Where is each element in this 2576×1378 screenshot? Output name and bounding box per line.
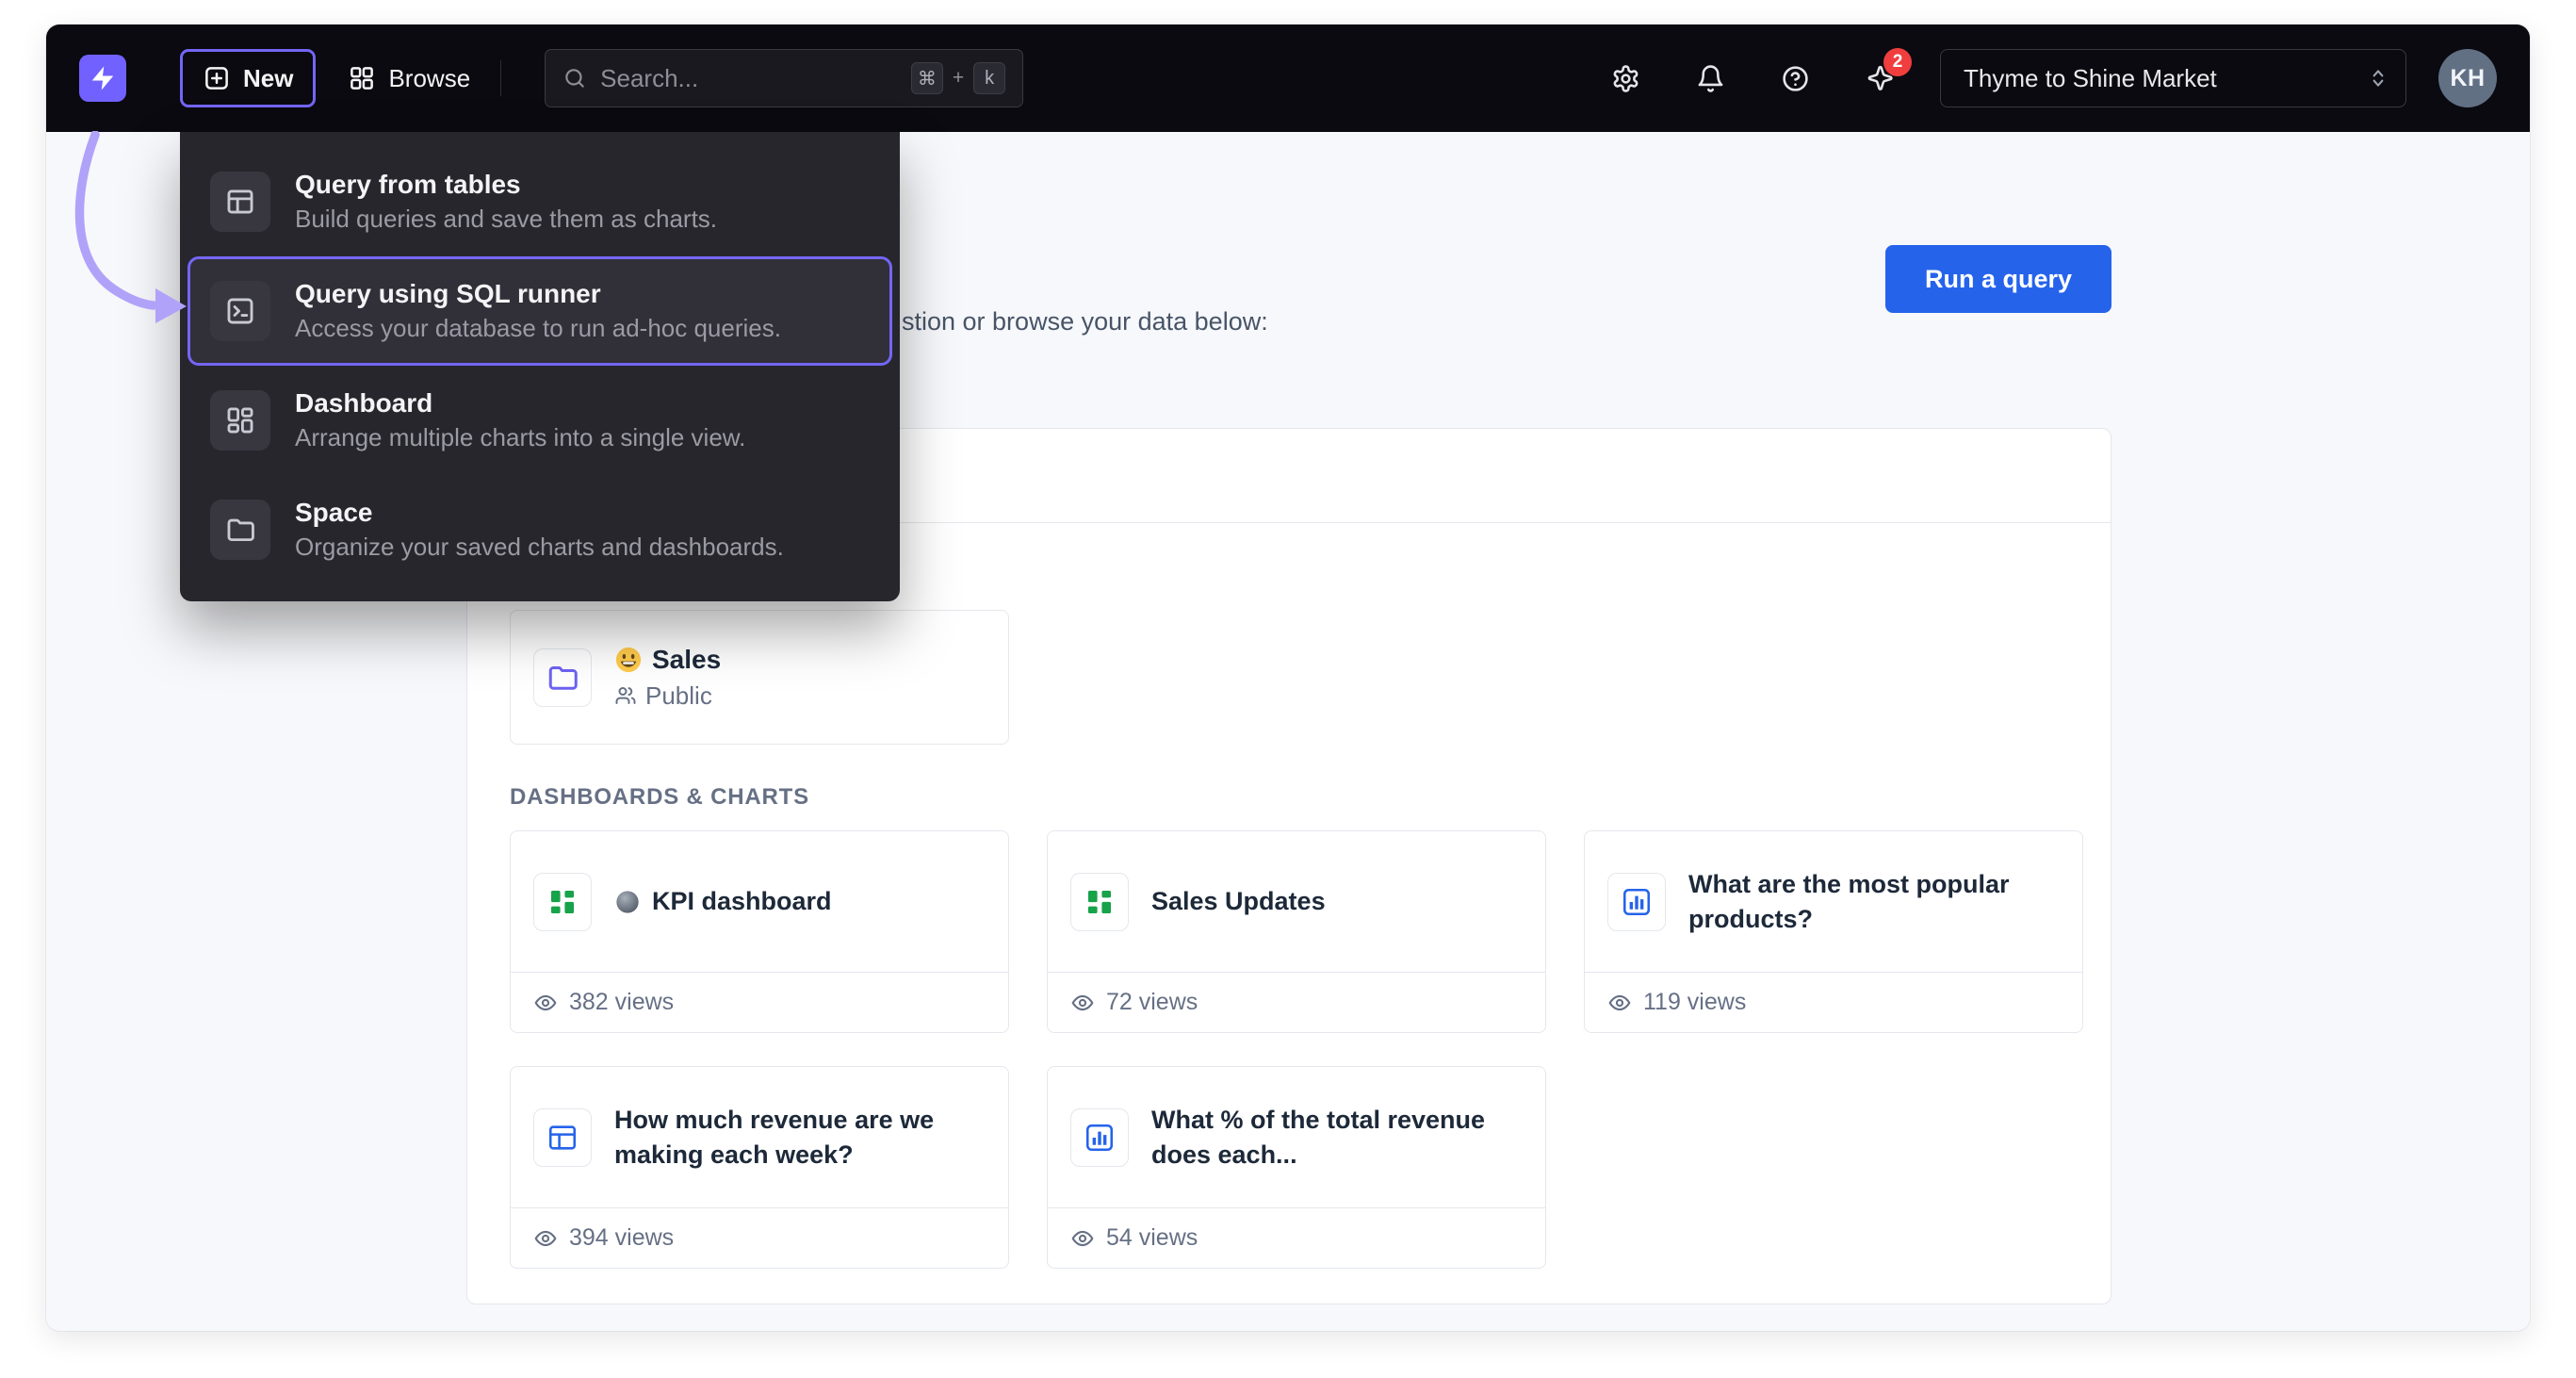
eye-icon bbox=[1070, 1226, 1095, 1251]
new-dropdown-menu: Query from tables Build queries and save… bbox=[180, 132, 900, 601]
avatar-initials: KH bbox=[2450, 65, 2485, 92]
space-card-sales[interactable]: Sales Public bbox=[510, 610, 1009, 745]
run-query-button[interactable]: Run a query bbox=[1885, 245, 2111, 313]
search-icon bbox=[562, 66, 587, 90]
menu-item-query-sql-runner[interactable]: Query using SQL runner Access your datab… bbox=[187, 256, 892, 366]
card-revenue-each-week[interactable]: How much revenue are we making each week… bbox=[510, 1066, 1009, 1269]
card-views: 394 views bbox=[569, 1224, 674, 1252]
workspace-selector[interactable]: Thyme to Shine Market bbox=[1940, 49, 2406, 107]
card-percent-total-revenue[interactable]: What % of the total revenue does each...… bbox=[1047, 1066, 1546, 1269]
bell-icon bbox=[1696, 64, 1725, 93]
global-search[interactable]: ⌘ + k bbox=[545, 49, 1023, 107]
help-circle-icon bbox=[1781, 64, 1810, 93]
menu-item-title: Query using SQL runner bbox=[295, 279, 781, 309]
space-access-label: Public bbox=[645, 681, 712, 711]
grinning-face-emoji bbox=[614, 646, 643, 674]
topbar-right-cluster: 2 Thyme to Shine Market KH bbox=[1563, 49, 2497, 107]
table-blue-icon bbox=[546, 1122, 579, 1154]
card-sales-updates[interactable]: Sales Updates 72 views bbox=[1047, 830, 1546, 1033]
bar-chart-blue-icon bbox=[1084, 1122, 1116, 1154]
whats-new-button[interactable]: 2 bbox=[1857, 56, 1902, 101]
menu-item-subtitle: Organize your saved charts and dashboard… bbox=[295, 533, 784, 562]
dashboard-icon bbox=[224, 404, 256, 436]
browse-button-label: Browse bbox=[388, 64, 470, 93]
menu-item-dashboard[interactable]: Dashboard Arrange multiple charts into a… bbox=[187, 366, 892, 475]
sql-terminal-icon bbox=[224, 295, 256, 327]
intro-text-fragment: stion or browse your data below: bbox=[902, 307, 1268, 336]
card-most-popular-products[interactable]: What are the most popular products? 119 … bbox=[1584, 830, 2083, 1033]
lightning-bolt-icon bbox=[89, 64, 117, 92]
section-label-dashboards-charts: DASHBOARDS & CHARTS bbox=[510, 784, 809, 811]
app-logo[interactable] bbox=[79, 55, 126, 102]
dashboard-green-icon bbox=[546, 886, 579, 918]
card-views: 119 views bbox=[1643, 989, 1746, 1016]
menu-item-subtitle: Access your database to run ad-hoc queri… bbox=[295, 315, 781, 343]
new-query-icon bbox=[203, 64, 231, 92]
topbar-divider bbox=[500, 60, 501, 96]
chevron-up-down-icon bbox=[2366, 66, 2390, 90]
menu-item-title: Dashboard bbox=[295, 388, 745, 418]
menu-item-space[interactable]: Space Organize your saved charts and das… bbox=[187, 475, 892, 584]
users-icon bbox=[614, 684, 637, 707]
browse-button[interactable]: Browse bbox=[329, 49, 489, 107]
notification-count-badge: 2 bbox=[1883, 48, 1912, 76]
menu-item-title: Query from tables bbox=[295, 170, 717, 200]
search-input[interactable] bbox=[600, 64, 898, 93]
bar-chart-blue-icon bbox=[1621, 886, 1653, 918]
eye-icon bbox=[1070, 991, 1095, 1015]
table-icon bbox=[224, 186, 256, 218]
eye-icon bbox=[533, 991, 558, 1015]
menu-item-title: Space bbox=[295, 498, 784, 528]
card-kpi-dashboard[interactable]: KPI dashboard 382 views bbox=[510, 830, 1009, 1033]
new-button[interactable]: New bbox=[180, 49, 316, 107]
card-title: What % of the total revenue does each... bbox=[1151, 1103, 1523, 1172]
folder-icon bbox=[546, 661, 579, 695]
folder-icon bbox=[224, 514, 256, 546]
top-navigation-bar: New Browse ⌘ + k bbox=[46, 25, 2530, 132]
card-title: What are the most popular products? bbox=[1688, 867, 2060, 936]
card-views: 382 views bbox=[569, 989, 674, 1016]
gear-icon bbox=[1611, 64, 1640, 93]
dark-sphere-emoji bbox=[614, 889, 641, 915]
user-avatar[interactable]: KH bbox=[2438, 49, 2497, 107]
eye-icon bbox=[1607, 991, 1632, 1015]
dashboard-green-icon bbox=[1084, 886, 1116, 918]
notifications-button[interactable] bbox=[1687, 56, 1733, 101]
settings-button[interactable] bbox=[1603, 56, 1648, 101]
kbd-plus-sign: + bbox=[953, 67, 964, 90]
menu-item-subtitle: Build queries and save them as charts. bbox=[295, 205, 717, 234]
app-window: New Browse ⌘ + k bbox=[46, 25, 2530, 1331]
grid-icon bbox=[348, 64, 376, 92]
card-title: KPI dashboard bbox=[652, 884, 832, 918]
card-title: Sales Updates bbox=[1151, 884, 1326, 918]
space-name: Sales bbox=[652, 645, 721, 675]
card-views: 72 views bbox=[1106, 989, 1198, 1016]
kbd-command-key: ⌘ bbox=[911, 62, 943, 94]
card-views: 54 views bbox=[1106, 1224, 1198, 1252]
eye-icon bbox=[533, 1226, 558, 1251]
workspace-name: Thyme to Shine Market bbox=[1964, 64, 2366, 93]
kbd-k-key: k bbox=[973, 62, 1005, 94]
dashboards-charts-grid: KPI dashboard 382 views bbox=[510, 830, 2083, 1269]
card-title: How much revenue are we making each week… bbox=[614, 1103, 986, 1172]
new-button-label: New bbox=[243, 64, 293, 93]
help-button[interactable] bbox=[1772, 56, 1818, 101]
menu-item-query-from-tables[interactable]: Query from tables Build queries and save… bbox=[187, 147, 892, 256]
menu-item-subtitle: Arrange multiple charts into a single vi… bbox=[295, 424, 745, 452]
